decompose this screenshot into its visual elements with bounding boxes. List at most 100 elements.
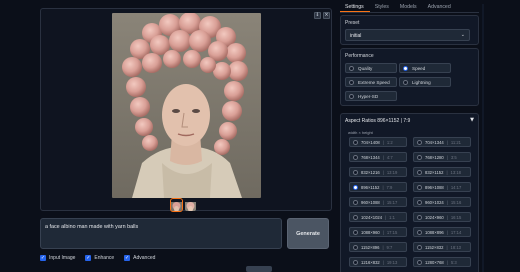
aspect-size: 832×1216 <box>361 169 380 175</box>
radio-selected-icon <box>403 65 408 71</box>
radio-icon <box>417 214 422 220</box>
check-icon: ✓ <box>40 255 46 261</box>
tab-models[interactable]: Models <box>395 0 423 12</box>
radio-icon <box>417 259 422 265</box>
tabs-divider <box>340 12 479 13</box>
aspect-size: 960×1088 <box>361 199 380 205</box>
aspect-ratios-card: Aspect Ratios 896×1152 | 7:9 ▼ width × h… <box>340 113 479 272</box>
chevron-down-icon: ⌄ <box>460 32 465 38</box>
performance-option-quality[interactable]: Quality <box>345 63 397 73</box>
aspect-ratio-option[interactable]: 1024×960 | 16:15 <box>413 212 471 222</box>
aspect-ratio-option[interactable]: 1088×960 | 17:15 <box>349 227 407 237</box>
aspect-ratio-value: 18:13 <box>450 244 462 250</box>
aspect-ratio-option[interactable]: 896×1088 | 14:17 <box>413 182 471 192</box>
separator: | <box>382 259 384 265</box>
aspect-size: 1280×768 <box>425 259 444 265</box>
aspect-size: 768×1280 <box>425 154 444 160</box>
radio-icon <box>417 139 422 145</box>
advanced-checkbox[interactable]: ✓ Advanced <box>124 255 155 261</box>
aspect-ratio-option[interactable]: 896×1152 | 7:9 <box>349 182 407 192</box>
performance-option-speed[interactable]: Speed <box>399 63 451 73</box>
separator: | <box>382 199 384 205</box>
aspect-ratio-option[interactable]: 1024×1024 | 1:1 <box>349 212 407 222</box>
aspect-size: 1152×832 <box>425 244 444 250</box>
aspect-ratio-value: 4:7 <box>386 154 393 160</box>
radio-icon <box>353 154 358 160</box>
aspect-ratio-option[interactable]: 1152×896 | 9:7 <box>349 242 407 252</box>
separator: | <box>446 259 448 265</box>
radio-selected-icon <box>353 184 358 190</box>
input-image-checkbox[interactable]: ✓ Input Image <box>40 255 75 261</box>
option-label: Quality <box>358 65 373 71</box>
download-icon[interactable]: ⇓ <box>314 12 321 19</box>
check-icon: ✓ <box>85 255 92 261</box>
separator: | <box>446 199 448 205</box>
aspect-size: 960×1024 <box>425 199 444 205</box>
aspect-ratio-option[interactable]: 832×1152 | 13:18 <box>413 167 471 177</box>
aspect-ratio-option[interactable]: 960×1024 | 15:16 <box>413 197 471 207</box>
prompt-input[interactable]: a face albino man made with yarn balls <box>40 218 282 249</box>
separator: | <box>382 169 384 175</box>
check-icon: ✓ <box>124 255 131 261</box>
performance-option-lightning[interactable]: Lightning <box>399 77 451 87</box>
generate-button[interactable]: Generate <box>287 218 329 249</box>
aspect-ratio-option[interactable]: 704×1344 | 11:21 <box>413 137 471 147</box>
bottom-control[interactable] <box>246 266 272 272</box>
aspect-ratio-option[interactable]: 704×1408 | 1:2 <box>349 137 407 147</box>
generated-image[interactable] <box>112 13 261 198</box>
radio-icon <box>353 229 358 235</box>
thumbnail[interactable] <box>185 199 196 211</box>
aspect-size: 896×1088 <box>425 184 444 190</box>
option-label: Extreme Speed <box>358 79 390 85</box>
separator: | <box>446 139 448 145</box>
enhance-checkbox[interactable]: ✓ Enhance <box>85 255 114 261</box>
tab-settings[interactable]: Settings <box>340 0 370 12</box>
aspect-ratio-value: 1:2 <box>386 139 393 145</box>
close-icon[interactable]: × <box>323 12 330 19</box>
aspect-ratio-option[interactable]: 1216×832 | 19:13 <box>349 257 407 267</box>
preset-select[interactable]: initial ⌄ <box>345 29 470 41</box>
radio-icon <box>353 259 358 265</box>
preset-card: Preset initial ⌄ <box>340 15 479 45</box>
aspect-size: 896×1152 <box>361 184 380 190</box>
settings-tabs: Settings Styles Models Advanced <box>340 0 480 12</box>
thumbnail[interactable] <box>170 198 183 212</box>
aspect-ratio-option[interactable]: 768×1344 | 4:7 <box>349 152 407 162</box>
separator: | <box>446 184 448 190</box>
option-label: Lightning <box>412 79 431 85</box>
aspect-ratio-option[interactable]: 768×1280 | 3:5 <box>413 152 471 162</box>
separator: | <box>385 214 387 220</box>
checkbox-label: Input Image <box>49 255 76 261</box>
aspect-ratio-value: 7:9 <box>386 184 393 190</box>
radio-icon <box>349 79 354 85</box>
radio-icon <box>417 184 422 190</box>
tab-advanced[interactable]: Advanced <box>423 0 457 12</box>
separator: | <box>382 154 384 160</box>
performance-option-extreme-speed[interactable]: Extreme Speed <box>345 77 397 87</box>
radio-icon <box>349 93 354 99</box>
aspect-size: 1088×960 <box>361 229 380 235</box>
aspect-ratio-option[interactable]: 1088×896 | 17:14 <box>413 227 471 237</box>
radio-icon <box>417 169 422 175</box>
aspect-ratio-value: 1:1 <box>389 214 395 220</box>
aspect-ratio-option[interactable]: 1280×768 | 5:3 <box>413 257 471 267</box>
performance-option-hyper-sd[interactable]: Hyper-SD <box>345 91 397 101</box>
generated-image-art <box>112 13 261 198</box>
aspect-ratio-option[interactable]: 960×1088 | 15:17 <box>349 197 407 207</box>
collapse-triangle-icon[interactable]: ▼ <box>470 117 474 123</box>
preset-value: initial <box>350 33 362 39</box>
aspect-ratio-option[interactable]: 832×1216 | 13:19 <box>349 167 407 177</box>
option-label: Hyper-SD <box>358 93 379 99</box>
aspect-size: 1024×1024 <box>361 214 383 220</box>
aspect-size: 768×1344 <box>361 154 380 160</box>
aspect-ratio-value: 14:17 <box>450 184 462 190</box>
aspect-ratio-option[interactable]: 1152×832 | 18:13 <box>413 242 471 252</box>
separator: | <box>382 184 384 190</box>
tab-styles[interactable]: Styles <box>370 0 395 12</box>
radio-icon <box>353 199 358 205</box>
aspect-size: 1216×832 <box>361 259 380 265</box>
separator: | <box>446 169 448 175</box>
aspect-size: 1024×960 <box>425 214 444 220</box>
aspect-ratio-value: 13:19 <box>386 169 398 175</box>
scrollbar[interactable] <box>482 4 484 272</box>
